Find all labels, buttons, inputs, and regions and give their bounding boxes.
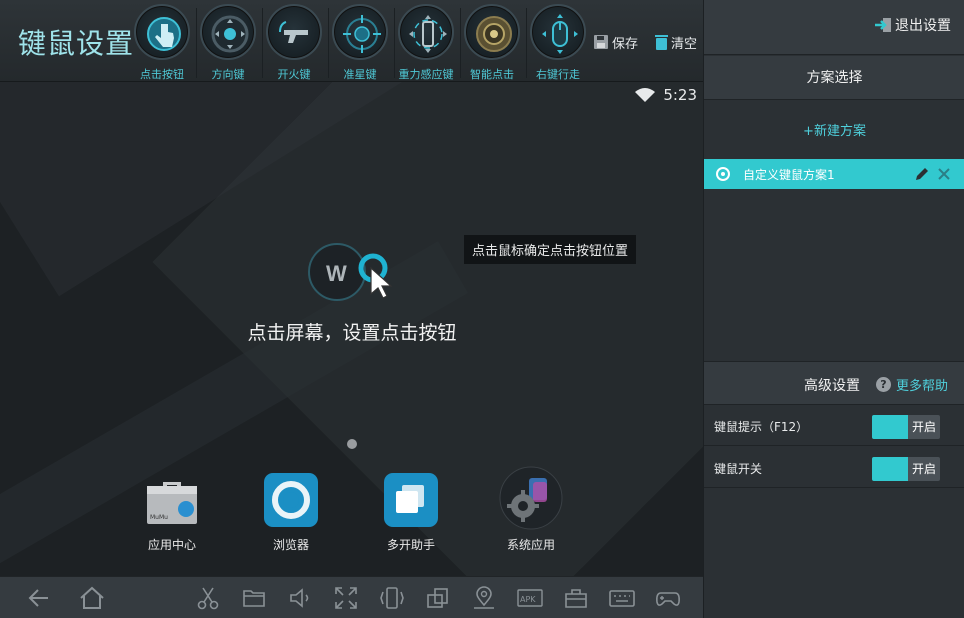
tool-right-click-walk[interactable]: 右键行走 <box>528 4 588 82</box>
settings-panel: 退出设置 方案选择 +新建方案 自定义键鼠方案1 高级设置 ? 更多帮助 键鼠提… <box>703 0 964 618</box>
keymap-switch-toggle[interactable]: 开启 <box>872 457 940 481</box>
more-help-link[interactable]: ? 更多帮助 <box>876 375 948 394</box>
setting-label: 键鼠开关 <box>714 462 763 476</box>
pencil-icon[interactable] <box>915 167 929 181</box>
tool-gravity-key[interactable]: 重力感应键 <box>396 4 456 82</box>
gravity-sensor-icon <box>409 15 447 53</box>
app-icon-system-apps[interactable]: 系统应用 <box>476 466 586 553</box>
wifi-icon <box>635 88 656 102</box>
scissors-icon[interactable] <box>195 585 221 611</box>
tool-label: 重力感应键 <box>398 68 454 81</box>
shake-icon[interactable] <box>379 585 405 611</box>
keyboard-icon[interactable] <box>609 585 635 611</box>
fullscreen-icon[interactable] <box>333 585 359 611</box>
clear-button[interactable]: 清空 <box>655 32 697 52</box>
tool-label: 准星键 <box>343 68 377 81</box>
toggle-state: 开启 <box>908 415 940 439</box>
keymap-hint-toggle[interactable]: 开启 <box>872 415 940 439</box>
home-icon[interactable] <box>79 585 105 611</box>
app-title: 键鼠设置 <box>18 27 135 60</box>
close-icon[interactable] <box>937 167 951 181</box>
tool-label: 点击按钮 <box>140 68 184 81</box>
system-apps-icon <box>499 466 563 530</box>
app-icon-browser[interactable]: 浏览器 <box>236 472 346 553</box>
emulator-screen[interactable]: 5:23 点击鼠标确定点击按钮位置 W 点击屏幕，设置点击按钮 MuMu 应用中… <box>0 82 703 576</box>
gamepad-icon[interactable] <box>655 585 681 611</box>
exit-icon <box>875 18 891 32</box>
app-center-icon: MuMu <box>144 472 200 528</box>
trash-icon <box>655 35 668 50</box>
position-tooltip: 点击鼠标确定点击按钮位置 <box>464 235 637 264</box>
crosshair-icon <box>343 15 381 53</box>
exit-settings-button[interactable]: 退出设置 <box>874 15 951 35</box>
help-icon: ? <box>876 377 891 392</box>
tool-label: 方向键 <box>211 68 245 81</box>
tap-hand-icon <box>147 17 181 51</box>
svg-text:APK: APK <box>520 595 536 604</box>
keymap-toolbar: 键鼠设置 点击按钮 方向键 开火键 准星键 重力感应键 智能点击 右键行走 保存… <box>0 0 703 82</box>
setting-keymap-switch: 键鼠开关 开启 <box>704 448 964 488</box>
app-label: 应用中心 <box>147 538 196 552</box>
instruction-text: 点击屏幕，设置点击按钮 <box>247 322 457 344</box>
rotate-icon[interactable] <box>425 585 451 611</box>
save-label: 保存 <box>612 36 639 52</box>
save-icon <box>594 35 608 49</box>
location-icon[interactable] <box>471 585 497 611</box>
tool-label: 智能点击 <box>470 68 514 81</box>
page-indicator <box>347 439 357 449</box>
tool-fire-key[interactable]: 开火键 <box>264 4 324 82</box>
clear-label: 清空 <box>671 36 698 52</box>
gun-icon <box>279 21 308 43</box>
tool-smart-tap[interactable]: 智能点击 <box>462 4 522 82</box>
multi-instance-icon <box>383 472 439 528</box>
new-scheme-button[interactable]: +新建方案 <box>704 120 964 142</box>
toggle-state: 开启 <box>908 457 940 481</box>
dpad-icon <box>211 15 249 53</box>
keymap-logo: W <box>307 242 393 302</box>
toolbox-icon[interactable] <box>563 585 589 611</box>
app-label: 系统应用 <box>506 538 555 552</box>
app-icon-app-center[interactable]: MuMu 应用中心 <box>117 472 227 553</box>
setting-label: 键鼠提示（F12） <box>714 420 809 434</box>
tool-tap-button[interactable]: 点击按钮 <box>132 4 192 82</box>
cursor-icon <box>370 266 393 299</box>
volume-icon[interactable] <box>287 585 313 611</box>
help-label: 更多帮助 <box>896 379 949 394</box>
scheme-name: 自定义键鼠方案1 <box>743 168 835 182</box>
save-button[interactable]: 保存 <box>593 32 638 52</box>
tool-label: 右键行走 <box>536 68 580 81</box>
svg-text:MuMu: MuMu <box>150 514 168 521</box>
advanced-settings-heading: 高级设置 ? 更多帮助 <box>704 361 964 405</box>
status-bar: 5:23 <box>635 86 697 104</box>
advanced-title: 高级设置 <box>804 378 860 394</box>
setting-keymap-hint: 键鼠提示（F12） 开启 <box>704 406 964 446</box>
back-icon[interactable] <box>26 585 52 611</box>
scheme-heading: 方案选择 <box>704 56 964 100</box>
scheme-radio[interactable] <box>716 167 730 181</box>
mouse-icon <box>542 14 578 54</box>
tool-crosshair-key[interactable]: 准星键 <box>330 4 390 82</box>
app-label: 多开助手 <box>386 538 435 552</box>
tool-direction-keys[interactable]: 方向键 <box>198 4 258 82</box>
browser-icon <box>263 472 319 528</box>
app-icon-multi-instance[interactable]: 多开助手 <box>356 472 466 553</box>
smart-tap-icon <box>476 16 512 52</box>
logo-letter: W <box>326 261 347 286</box>
folder-icon[interactable] <box>241 585 267 611</box>
tool-label: 开火键 <box>277 68 311 81</box>
exit-label: 退出设置 <box>895 18 951 34</box>
app-label: 浏览器 <box>272 538 309 552</box>
scheme-item[interactable]: 自定义键鼠方案1 <box>704 159 964 189</box>
bottom-toolbar: APK <box>0 576 703 618</box>
exit-bar: 退出设置 <box>704 0 964 55</box>
apk-install-icon[interactable]: APK <box>517 585 543 611</box>
clock: 5:23 <box>663 86 697 104</box>
